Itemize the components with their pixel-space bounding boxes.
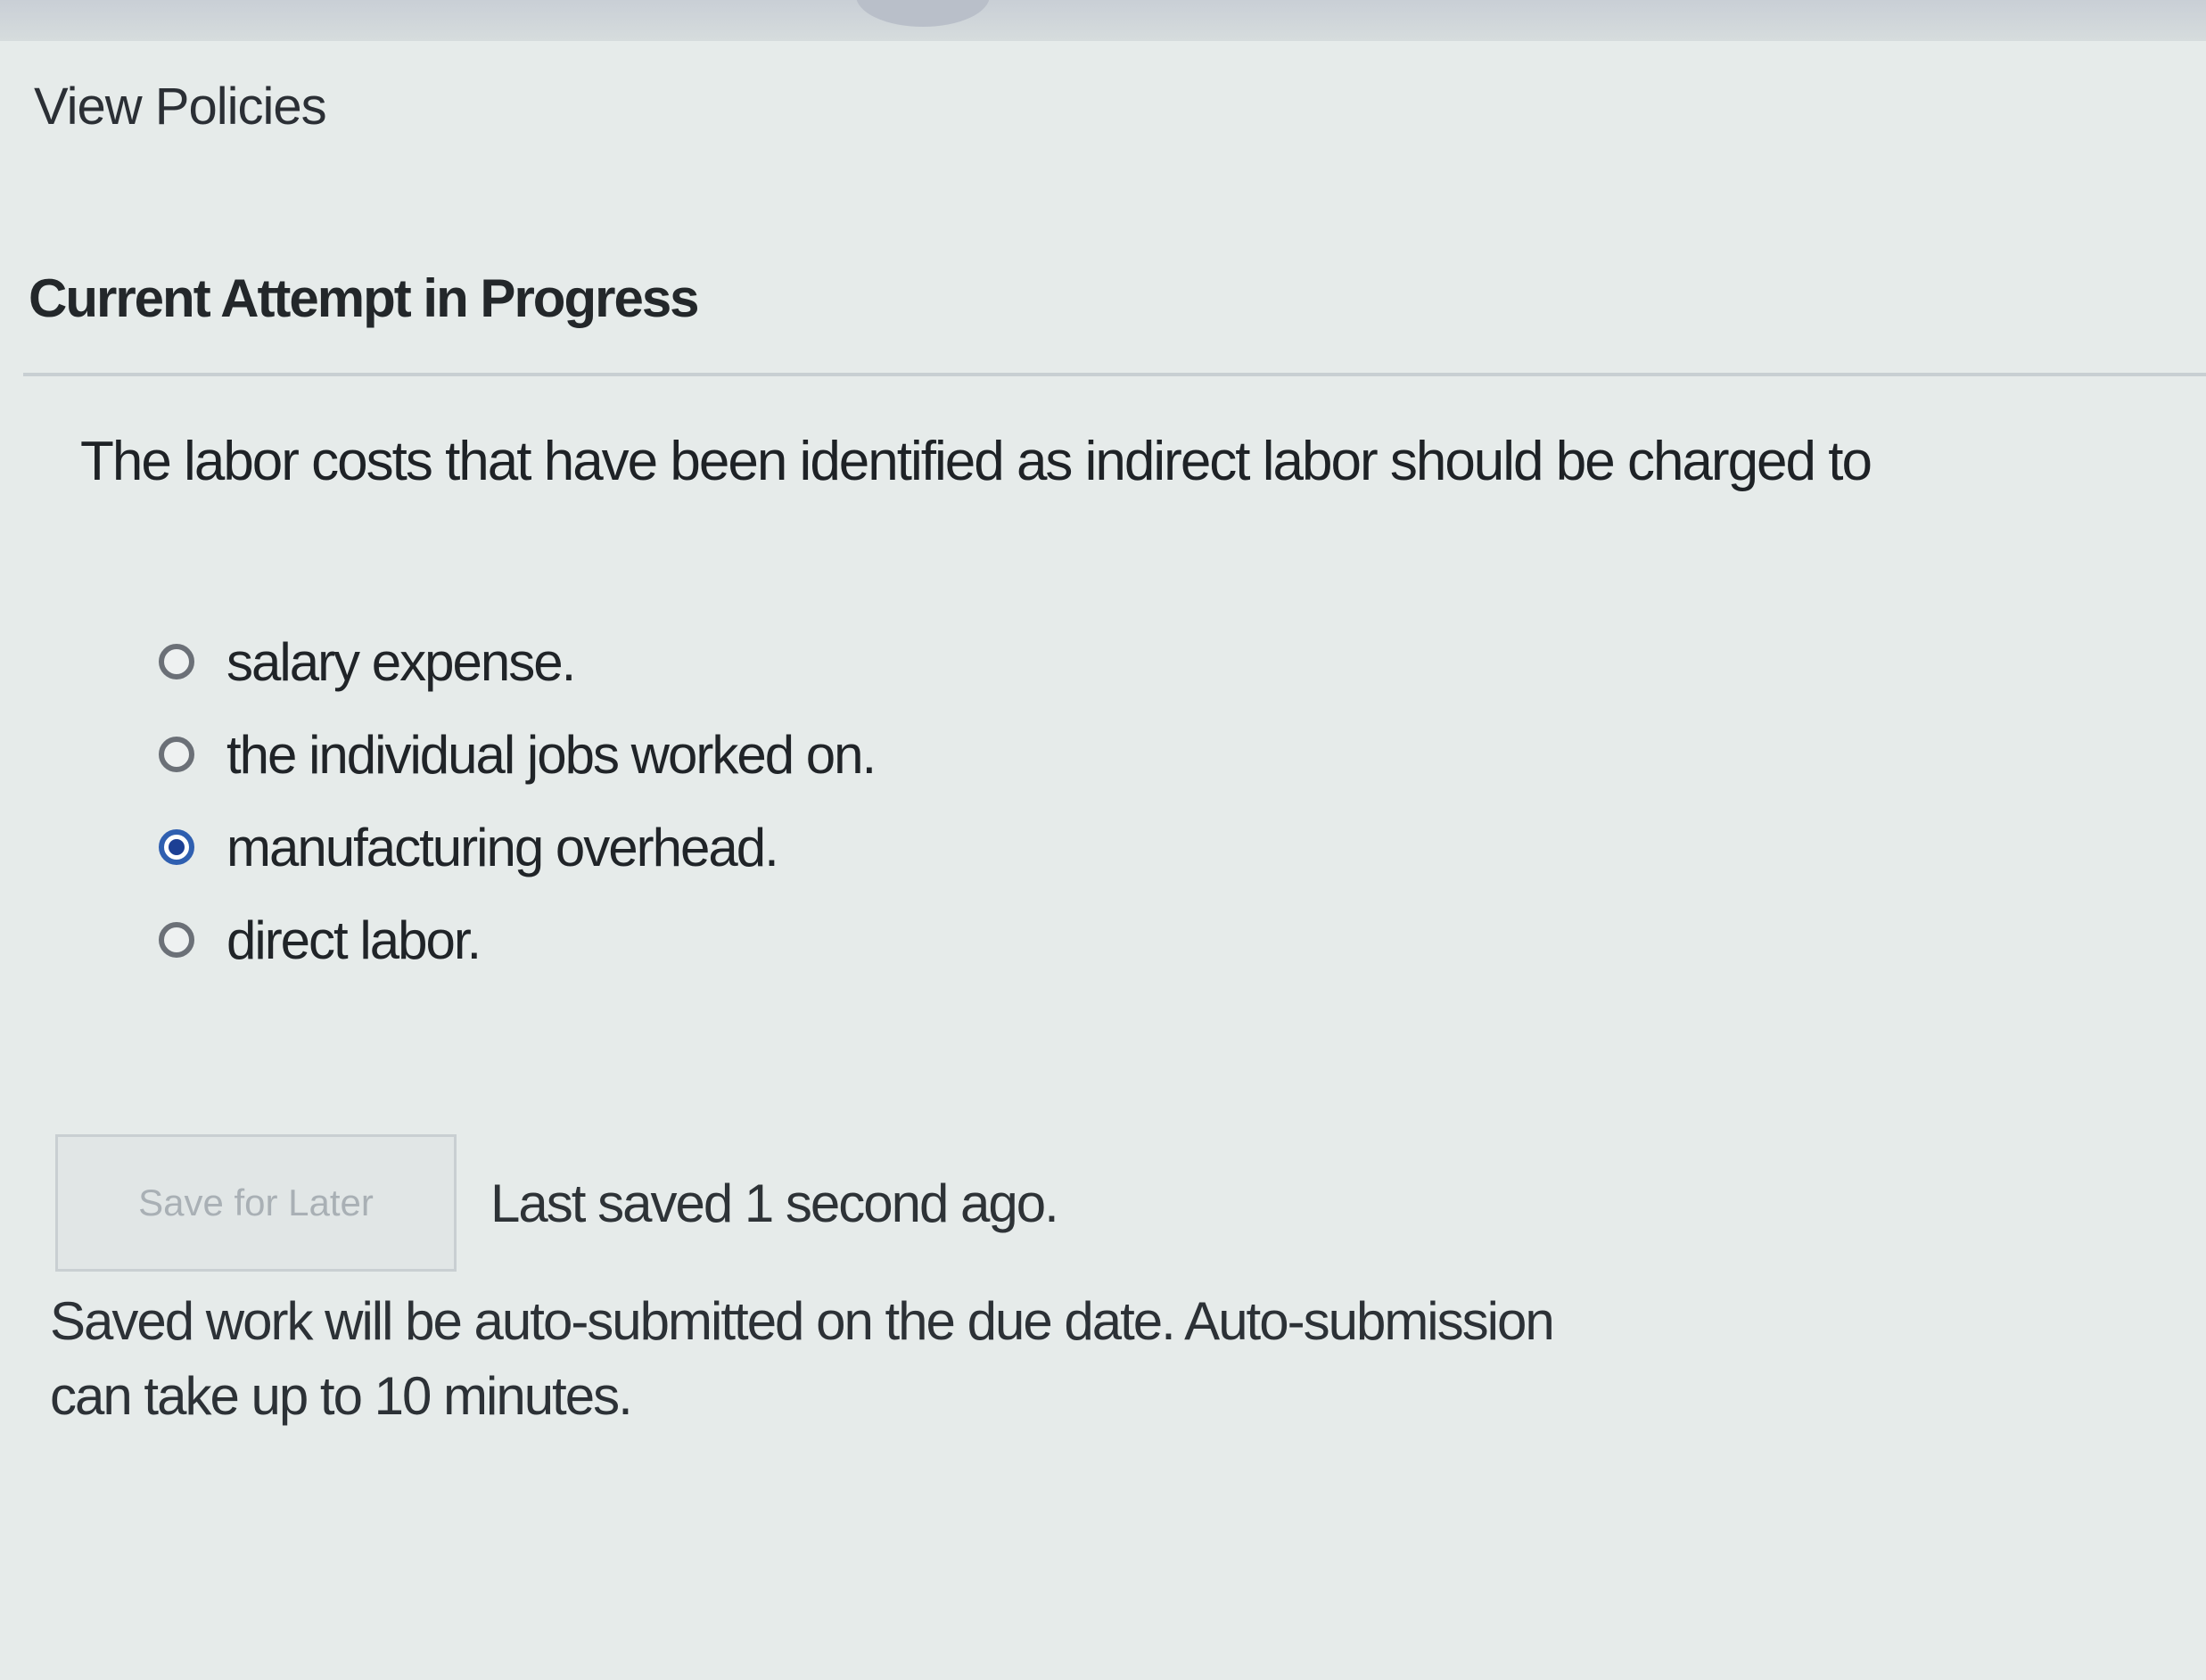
- screen-top-edge: [0, 0, 2206, 41]
- question-prompt: The labor costs that have been identifie…: [80, 431, 1873, 492]
- save-row: Save for Later Last saved 1 second ago.: [55, 1134, 1059, 1272]
- save-for-later-button[interactable]: Save for Later: [55, 1134, 457, 1272]
- option-label: manufacturing overhead.: [226, 817, 779, 877]
- option-manufacturing-overhead[interactable]: manufacturing overhead.: [159, 801, 875, 894]
- camera-glare: [856, 0, 990, 27]
- option-salary-expense[interactable]: salary expense.: [159, 615, 875, 708]
- radio-unchecked-icon[interactable]: [159, 922, 194, 958]
- option-direct-labor[interactable]: direct labor.: [159, 894, 875, 986]
- option-label: salary expense.: [226, 631, 576, 692]
- view-policies-link[interactable]: View Policies: [34, 77, 327, 136]
- answer-options: salary expense. the individual jobs work…: [159, 615, 877, 986]
- autosubmit-note: Saved work will be auto-submitted on the…: [50, 1291, 1555, 1426]
- section-divider: [23, 373, 2206, 376]
- radio-unchecked-icon[interactable]: [159, 644, 194, 679]
- option-individual-jobs[interactable]: the individual jobs worked on.: [159, 708, 877, 801]
- option-label: the individual jobs worked on.: [226, 724, 877, 785]
- last-saved-status: Last saved 1 second ago.: [490, 1173, 1059, 1233]
- radio-checked-icon[interactable]: [159, 829, 194, 865]
- radio-unchecked-icon[interactable]: [159, 737, 194, 772]
- attempt-status-title: Current Attempt in Progress: [29, 268, 700, 328]
- option-label: direct labor.: [226, 910, 482, 970]
